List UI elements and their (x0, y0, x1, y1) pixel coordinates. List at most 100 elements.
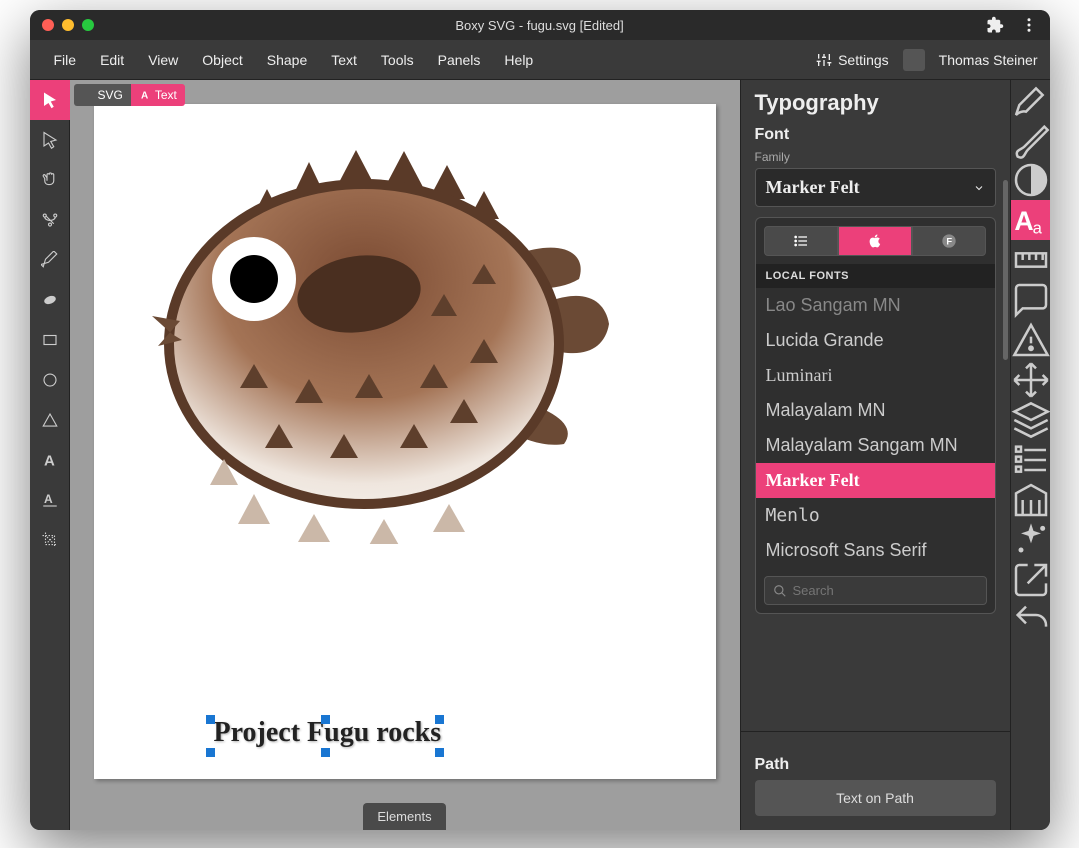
ruler-tool[interactable] (1011, 240, 1050, 280)
more-icon[interactable] (1020, 16, 1038, 34)
avatar[interactable] (903, 49, 925, 71)
triangle-tool[interactable] (30, 400, 70, 440)
selected-family: Marker Felt (766, 177, 860, 198)
svg-text:a: a (1032, 218, 1042, 237)
svg-text:A: A (44, 492, 53, 506)
resize-handle-bl[interactable] (206, 748, 215, 757)
menubar: File Edit View Object Shape Text Tools P… (30, 40, 1050, 80)
font-item[interactable]: Luminari (756, 358, 995, 393)
menu-view[interactable]: View (136, 46, 190, 74)
asterisk-icon (82, 89, 94, 101)
font-section-title: Font (755, 126, 996, 144)
left-toolbar: A A (30, 80, 70, 830)
window-controls (42, 19, 94, 31)
font-tab-system[interactable] (838, 226, 912, 256)
settings-label: Settings (838, 52, 889, 68)
svg-text:A: A (1014, 206, 1033, 236)
resize-handle-br[interactable] (435, 748, 444, 757)
svg-text:A: A (141, 91, 148, 102)
font-list[interactable]: Lao Sangam MN Lucida Grande Luminari Mal… (756, 288, 995, 568)
menu-object[interactable]: Object (190, 46, 254, 74)
titlebar: Boxy SVG - fugu.svg [Edited] (30, 10, 1050, 40)
font-item[interactable]: Lucida Grande (756, 323, 995, 358)
svg-tag[interactable]: SVG (74, 84, 131, 106)
export-tool[interactable] (1011, 560, 1050, 600)
rectangle-tool[interactable] (30, 320, 70, 360)
text-on-path-button[interactable]: Text on Path (755, 780, 996, 816)
fugu-illustration[interactable] (134, 124, 614, 544)
settings-button[interactable]: Settings (816, 52, 889, 68)
blob-tool[interactable] (30, 280, 70, 320)
direct-select-tool[interactable] (30, 120, 70, 160)
font-item[interactable]: Microsoft Sans Serif (756, 533, 995, 568)
menu-text[interactable]: Text (319, 46, 369, 74)
select-tool[interactable] (30, 80, 70, 120)
font-tab-list[interactable] (764, 226, 838, 256)
text-a-icon: A (139, 89, 151, 101)
panel-title: Typography (755, 90, 996, 116)
text-selection-handles (206, 715, 444, 757)
svg-text:A: A (44, 452, 55, 469)
sliders-icon (816, 52, 832, 68)
menu-help[interactable]: Help (492, 46, 545, 74)
menu-file[interactable]: File (42, 46, 89, 74)
typography-tool[interactable]: Aa (1011, 200, 1050, 240)
sparkle-tool[interactable] (1011, 520, 1050, 560)
font-item[interactable]: Menlo (756, 498, 995, 533)
f-badge-icon: F (941, 233, 957, 249)
warning-tool[interactable] (1011, 320, 1050, 360)
family-select[interactable]: Marker Felt (755, 168, 996, 207)
canvas[interactable]: Project Fugu rocks (94, 104, 716, 779)
pen-tool[interactable] (30, 240, 70, 280)
menu-shape[interactable]: Shape (255, 46, 319, 74)
layers-tool[interactable] (1011, 400, 1050, 440)
search-icon (773, 584, 787, 598)
path-section-title: Path (755, 756, 996, 774)
font-search-input[interactable] (793, 583, 978, 598)
font-dropdown: F LOCAL FONTS Lao Sangam MN Lucida Grand… (755, 217, 996, 614)
font-item[interactable]: Malayalam Sangam MN (756, 428, 995, 463)
family-label: Family (755, 150, 996, 164)
ellipse-tool[interactable] (30, 360, 70, 400)
typography-panel: Typography Font Family Marker Felt F LOC… (740, 80, 1010, 830)
maximize-window[interactable] (82, 19, 94, 31)
canvas-area[interactable]: SVG A Text (70, 80, 740, 830)
font-tab-custom[interactable]: F (912, 226, 986, 256)
extensions-icon[interactable] (986, 16, 1004, 34)
menu-tools[interactable]: Tools (369, 46, 426, 74)
pan-tool[interactable] (30, 160, 70, 200)
scrollbar-thumb[interactable] (1003, 180, 1008, 360)
chevron-down-icon (973, 182, 985, 194)
text-tag[interactable]: A Text (131, 84, 185, 106)
font-search[interactable] (764, 576, 987, 605)
move-tool[interactable] (1011, 360, 1050, 400)
library-tool[interactable] (1011, 480, 1050, 520)
text-tool[interactable]: A (30, 440, 70, 480)
contrast-tool[interactable] (1011, 160, 1050, 200)
window-title: Boxy SVG - fugu.svg [Edited] (455, 18, 623, 33)
resize-handle-bm[interactable] (321, 748, 330, 757)
elements-tab[interactable]: Elements (363, 803, 445, 830)
properties-tool[interactable] (1011, 440, 1050, 480)
local-fonts-header: LOCAL FONTS (756, 264, 995, 288)
spline-tool[interactable] (30, 200, 70, 240)
paint-tool[interactable] (1011, 80, 1050, 120)
resize-handle-tr[interactable] (435, 715, 444, 724)
list-icon (793, 233, 809, 249)
text-path-tool[interactable]: A (30, 480, 70, 520)
brush-tool[interactable] (1011, 120, 1050, 160)
right-toolbar: Aa (1010, 80, 1050, 830)
undo-tool[interactable] (1011, 600, 1050, 640)
menu-panels[interactable]: Panels (426, 46, 493, 74)
close-window[interactable] (42, 19, 54, 31)
menu-edit[interactable]: Edit (88, 46, 136, 74)
resize-handle-tm[interactable] (321, 715, 330, 724)
comment-tool[interactable] (1011, 280, 1050, 320)
crop-tool[interactable] (30, 520, 70, 560)
font-item[interactable]: Lao Sangam MN (756, 288, 995, 323)
font-item[interactable]: Malayalam MN (756, 393, 995, 428)
username[interactable]: Thomas Steiner (939, 52, 1038, 68)
minimize-window[interactable] (62, 19, 74, 31)
resize-handle-tl[interactable] (206, 715, 215, 724)
font-item-selected[interactable]: Marker Felt (756, 463, 995, 498)
